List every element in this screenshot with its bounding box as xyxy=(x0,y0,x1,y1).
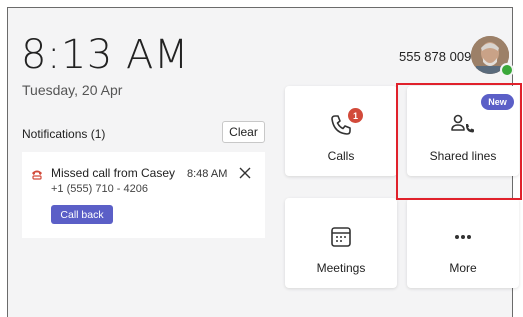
tile-meetings[interactable]: Meetings xyxy=(285,198,397,288)
notifications-title: Notifications (1) xyxy=(22,127,106,141)
missed-call-number: +1 (555) 710 - 4206 xyxy=(51,183,148,195)
notification-item[interactable]: Missed call from Casey 8:48 AM +1 (555) … xyxy=(22,152,265,238)
clock-date: Tuesday, 20 Apr xyxy=(22,82,123,98)
clear-notifications-button[interactable]: Clear xyxy=(222,121,265,143)
more-icon xyxy=(455,235,471,239)
presence-status-icon xyxy=(500,63,514,77)
missed-call-text: Missed call from Casey xyxy=(51,166,176,180)
tile-more[interactable]: More xyxy=(407,198,519,288)
tile-more-label: More xyxy=(449,261,477,275)
calendar-icon xyxy=(331,227,351,247)
tile-calls[interactable]: 1 Calls xyxy=(285,86,397,176)
missed-call-icon xyxy=(32,170,42,180)
calls-badge: 1 xyxy=(348,108,363,123)
tile-meetings-label: Meetings xyxy=(316,261,366,275)
close-icon[interactable] xyxy=(238,166,252,180)
highlight-box xyxy=(396,83,522,200)
tile-calls-label: Calls xyxy=(327,149,355,163)
missed-call-time: 8:48 AM xyxy=(187,168,228,180)
phone-number: 555 878 0091 xyxy=(399,49,479,64)
clock-time: 8:13 AM xyxy=(21,32,189,78)
call-back-button[interactable]: Call back xyxy=(51,205,113,224)
